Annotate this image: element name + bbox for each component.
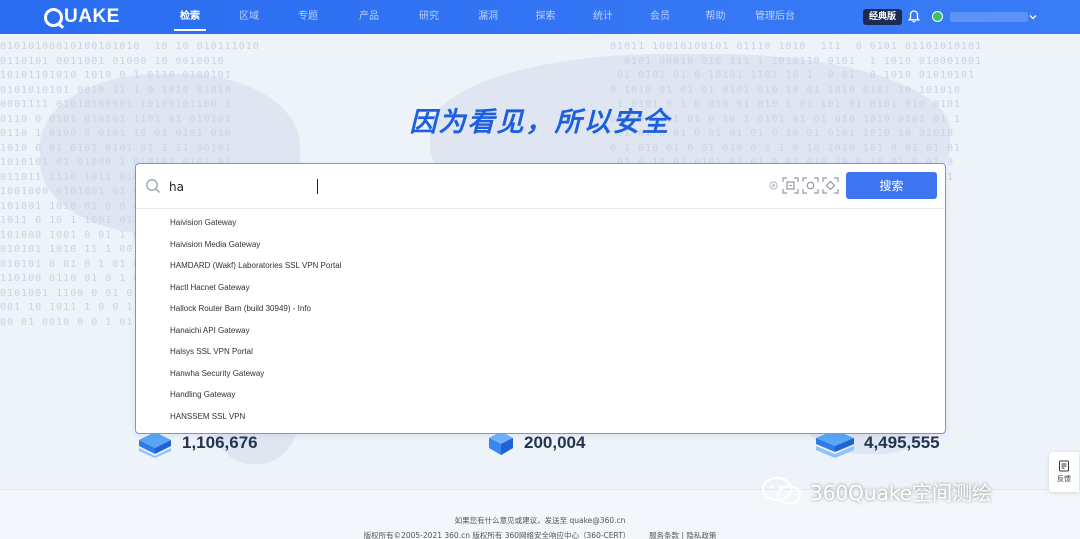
list-item[interactable]: Hallock Router Barn (build 30949) - Info — [136, 298, 945, 320]
footer-contact-text: 如果您有什么意见或建议，发送至 quake@360.cn — [454, 516, 626, 525]
list-item[interactable]: Haivision Gateway — [136, 212, 945, 234]
stat-value: 200,004 — [524, 433, 586, 452]
username-redacted[interactable] — [950, 12, 1028, 22]
quake-logo[interactable]: UAKE — [44, 6, 120, 28]
bell-icon[interactable] — [908, 10, 920, 23]
nav-item-admin[interactable]: 管理后台 — [744, 0, 806, 34]
footer-copyright-row: 版权所有©2005-2021 360.cn 版权所有 360网络安全响应中心（3… — [0, 530, 1080, 539]
main-nav: 检索 区域 专题 产品 研究 漏洞 探索 统计 会员 帮助 管理后台 — [170, 0, 806, 34]
list-item[interactable]: Handling Gateway — [136, 384, 945, 406]
list-item[interactable]: HAMDARD (Wakf) Laboratories SSL VPN Port… — [136, 255, 945, 277]
autocomplete-dropdown: Haivision Gateway Haivision Media Gatewa… — [136, 212, 945, 427]
favicon-search-icon[interactable] — [822, 177, 839, 194]
nav-item-explore[interactable]: 探索 — [518, 0, 573, 34]
nav-item-products[interactable]: 产品 — [338, 0, 400, 34]
list-item[interactable]: Haivision Media Gateway — [136, 234, 945, 256]
wechat-icon — [761, 476, 802, 505]
chevron-down-icon[interactable] — [1028, 12, 1038, 22]
image-search-icon[interactable] — [802, 177, 819, 194]
search-input[interactable] — [169, 176, 749, 198]
feedback-label: 反馈 — [1057, 475, 1071, 483]
privacy-link[interactable]: 隐私政策 — [686, 531, 716, 539]
nav-item-search[interactable]: 检索 — [170, 0, 210, 34]
user-status-icon[interactable] — [932, 11, 943, 22]
terms-link[interactable]: 服务条款 — [649, 531, 679, 539]
logo-text: UAKE — [64, 6, 120, 27]
list-item[interactable]: Hanaichi API Gateway — [136, 320, 945, 342]
logo-q-ring — [44, 7, 63, 27]
top-navigation-bar: UAKE 检索 区域 专题 产品 研究 漏洞 探索 统计 会员 帮助 管理后台 … — [0, 0, 1080, 34]
search-panel: 搜索 Haivision Gateway Haivision Media Gat… — [135, 163, 946, 434]
feedback-button[interactable]: 反馈 — [1049, 452, 1079, 492]
search-bar: 搜索 — [136, 164, 945, 209]
list-item[interactable]: HANSSEM SSL VPN — [136, 406, 945, 428]
nav-item-research[interactable]: 研究 — [400, 0, 458, 34]
nav-item-vulns[interactable]: 漏洞 — [458, 0, 518, 34]
list-item[interactable]: Hanwha Security Gateway — [136, 363, 945, 385]
stat-value: 4,495,555 — [864, 433, 940, 452]
list-item[interactable]: Halsys SSL VPN Portal — [136, 341, 945, 363]
clear-icon[interactable] — [769, 181, 778, 190]
list-item[interactable]: Hactl Hacnet Gateway — [136, 277, 945, 299]
nav-item-help[interactable]: 帮助 — [687, 0, 744, 34]
batch-query-icon[interactable] — [782, 177, 799, 194]
feedback-icon — [1059, 460, 1069, 472]
wechat-watermark: 360Quake空间测绘 — [760, 476, 992, 506]
text-caret — [317, 179, 318, 194]
hero-slogan: 因为看见，所以安全 — [409, 107, 671, 138]
nav-item-topics[interactable]: 专题 — [278, 0, 338, 34]
nav-item-region[interactable]: 区域 — [220, 0, 278, 34]
classic-version-button[interactable]: 经典版 — [863, 9, 903, 25]
nav-item-membership[interactable]: 会员 — [633, 0, 687, 34]
footer-copyright-text: 版权所有©2005-2021 360.cn 版权所有 360网络安全响应中心（3… — [363, 531, 631, 539]
search-icon — [146, 179, 160, 193]
nav-item-stats[interactable]: 统计 — [573, 0, 633, 34]
search-button[interactable]: 搜索 — [846, 172, 937, 199]
stat-value: 1,106,676 — [182, 433, 258, 452]
watermark-text: 360Quake空间测绘 — [810, 480, 993, 505]
